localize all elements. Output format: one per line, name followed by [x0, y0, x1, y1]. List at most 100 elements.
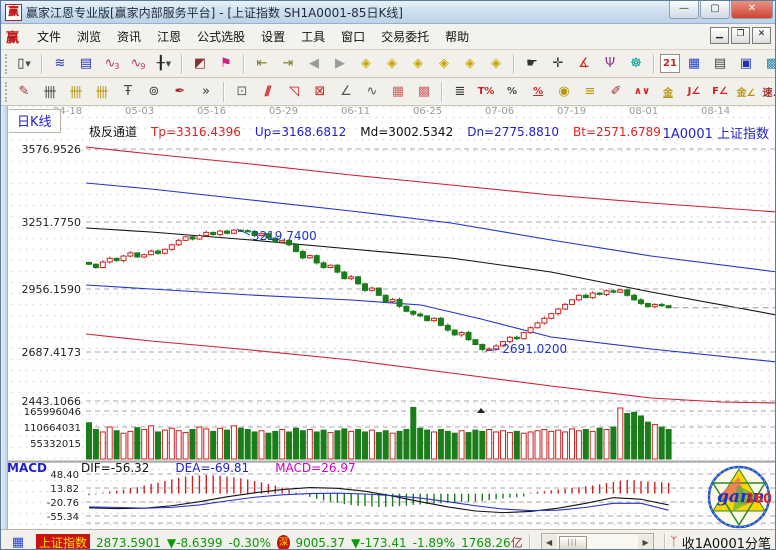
candle-style-icon[interactable]: ╂▼ [152, 52, 176, 76]
angle-tool-icon[interactable]: ∡ [572, 52, 596, 76]
fan-box-icon[interactable]: ◹ [282, 80, 306, 104]
gold-underline-icon[interactable]: 金 [656, 80, 680, 104]
j-line-icon[interactable]: J∠ [682, 80, 706, 104]
minimize-button[interactable]: — [669, 1, 699, 19]
percent-icon[interactable]: % [500, 80, 524, 104]
quote-grid-icon[interactable]: ▦ [6, 531, 30, 550]
hand-tool-icon[interactable]: ☛ [520, 52, 544, 76]
net-share-icon[interactable]: ▩ [760, 52, 775, 76]
date-tick-label: 05-16 [197, 106, 226, 117]
calculator-icon[interactable]: ▦ [682, 52, 706, 76]
sz-market-icon[interactable]: 深 [277, 535, 291, 550]
chart-area[interactable]: 日K线 04-1805-0305-1605-2906-1106-2507-060… [1, 106, 776, 529]
menu-item-文件[interactable]: 文件 [29, 28, 69, 46]
date-tick-label: 05-29 [269, 106, 298, 117]
next-page-icon[interactable]: ▶ [328, 52, 352, 76]
color-flag-icon[interactable]: ⚑ [214, 52, 238, 76]
fan-lines-icon[interactable]: ∕∕∕ [256, 80, 280, 104]
channel-value: Up=3168.6812 [255, 125, 346, 139]
sh-change-pct: -0.30% [228, 536, 270, 550]
save-icon[interactable]: ▣ [734, 52, 758, 76]
more-tools-icon[interactable]: » [194, 80, 218, 104]
f-fence-icon[interactable]: Ŧ [116, 80, 140, 104]
turnover-amount: 1768.26 [461, 536, 511, 550]
menu-item-资讯[interactable]: 资讯 [109, 28, 149, 46]
volume-profile-icon[interactable]: ≣ [448, 80, 472, 104]
svg-text:2687.4173: 2687.4173 [22, 346, 82, 359]
sh-index-badge[interactable]: 上证指数 [36, 534, 90, 550]
wave-band-icon[interactable]: ∧∨ [630, 80, 654, 104]
menu-item-工具[interactable]: 工具 [293, 28, 333, 46]
k-line-style-icon[interactable]: ▯▼ [12, 52, 36, 76]
gann-square-icon[interactable]: ⊡ [230, 80, 254, 104]
mdi-minimize-button[interactable]: ▁ [710, 27, 729, 44]
gold-angle-icon[interactable]: 金∠ [734, 80, 758, 104]
fence-icon[interactable]: 卌 [38, 80, 62, 104]
zoom-out-x-icon[interactable]: ◈ [354, 52, 378, 76]
status-separator2 [664, 534, 666, 550]
zoom-in-x-icon[interactable]: ◈ [380, 52, 404, 76]
close-button[interactable]: ✕ [731, 1, 773, 19]
menu-item-浏览[interactable]: 浏览 [69, 28, 109, 46]
menu-item-江恩[interactable]: 江恩 [149, 28, 189, 46]
marker-pen-icon[interactable]: ✒ [168, 80, 192, 104]
grid2-icon[interactable]: ▩ [412, 80, 436, 104]
percent-t-icon[interactable]: T% [474, 80, 498, 104]
menu-item-公式选股[interactable]: 公式选股 [189, 28, 253, 46]
menu-item-交易委托[interactable]: 交易委托 [373, 28, 437, 46]
sh-price: 2873.5901 [96, 536, 161, 550]
toolbar-grip[interactable] [5, 54, 7, 74]
menu-item-窗口[interactable]: 窗口 [333, 28, 373, 46]
expand-x-icon[interactable]: ◈ [406, 52, 430, 76]
gold-fence-icon[interactable]: 卌 [64, 80, 88, 104]
draw-pen-icon[interactable]: ✎ [12, 80, 36, 104]
toolbar-separator [513, 54, 515, 74]
gold-circle-icon[interactable]: ◉ [552, 80, 576, 104]
title-bar: 赢 赢家江恩专业版[赢家内部服务平台] - [上证指数 SH1A0001-85日… [1, 1, 775, 24]
macd-header: MACDDIF=-56.32DEA=-69.81MACD=26.97 [7, 461, 382, 475]
gold-level-icon[interactable]: ≡ [578, 80, 602, 104]
gann-tool-icon[interactable]: Ψ [598, 52, 622, 76]
tick-data-label[interactable]: 收1A0001分笔 [682, 533, 771, 550]
scroll-left-icon[interactable]: ◀ [542, 535, 557, 550]
prev-page-icon[interactable]: ◀ [302, 52, 326, 76]
rays-icon[interactable]: ∠ [334, 80, 358, 104]
f-line-icon[interactable]: F∠ [708, 80, 732, 104]
minute3-chart-icon[interactable]: ∿3 [100, 52, 124, 76]
mdi-restore-button[interactable]: ❐ [731, 27, 750, 44]
menu-item-帮助[interactable]: 帮助 [437, 28, 477, 46]
crosshair-tool-icon[interactable]: ✛ [546, 52, 570, 76]
expand-y-icon[interactable]: ◈ [458, 52, 482, 76]
gold-fence2-icon[interactable]: 卌 [90, 80, 114, 104]
price-pen-icon[interactable]: ✐ [604, 80, 628, 104]
mdi-close-button[interactable]: ✕ [752, 27, 771, 44]
fan-grid-icon[interactable]: ⊠ [308, 80, 332, 104]
dea-value: DEA=-69.81 [175, 461, 249, 475]
scroll-right-icon[interactable]: ▶ [638, 535, 653, 550]
info-panel-icon[interactable]: ▤ [74, 52, 98, 76]
notes-icon[interactable]: ▤ [708, 52, 732, 76]
formula-pattern-icon[interactable]: ◩ [188, 52, 212, 76]
spiral-icon[interactable]: ⊚ [142, 80, 166, 104]
last-page-icon[interactable]: ⇥ [276, 52, 300, 76]
maximize-button[interactable]: ▢ [700, 1, 730, 19]
first-page-icon[interactable]: ⇤ [250, 52, 274, 76]
trend-compress-icon[interactable]: ≋ [48, 52, 72, 76]
tab-daily-kline[interactable]: 日K线 [9, 109, 61, 133]
svg-text:13.82: 13.82 [50, 484, 79, 495]
toolbar-grip2[interactable] [5, 82, 7, 102]
cycle-tool-icon[interactable]: ☸ [624, 52, 648, 76]
chart-h-scrollbar[interactable]: ◀ ||| ▶ [541, 533, 655, 550]
calendar-icon[interactable]: 21 [660, 54, 680, 73]
grid-icon[interactable]: ▦ [386, 80, 410, 104]
compress-x-icon[interactable]: ◈ [432, 52, 456, 76]
scroll-thumb[interactable]: ||| [559, 536, 587, 550]
scroll-track[interactable]: ||| [557, 535, 639, 550]
wave-icon[interactable]: ∿ [360, 80, 384, 104]
percent-red-icon[interactable]: % [526, 80, 550, 104]
minute9-chart-icon[interactable]: ∿9 [126, 52, 150, 76]
date-tick-label: 07-06 [485, 106, 514, 117]
speed-line-icon[interactable]: 速∠ [760, 80, 775, 104]
compress-y-icon[interactable]: ◈ [484, 52, 508, 76]
menu-item-设置[interactable]: 设置 [253, 28, 293, 46]
